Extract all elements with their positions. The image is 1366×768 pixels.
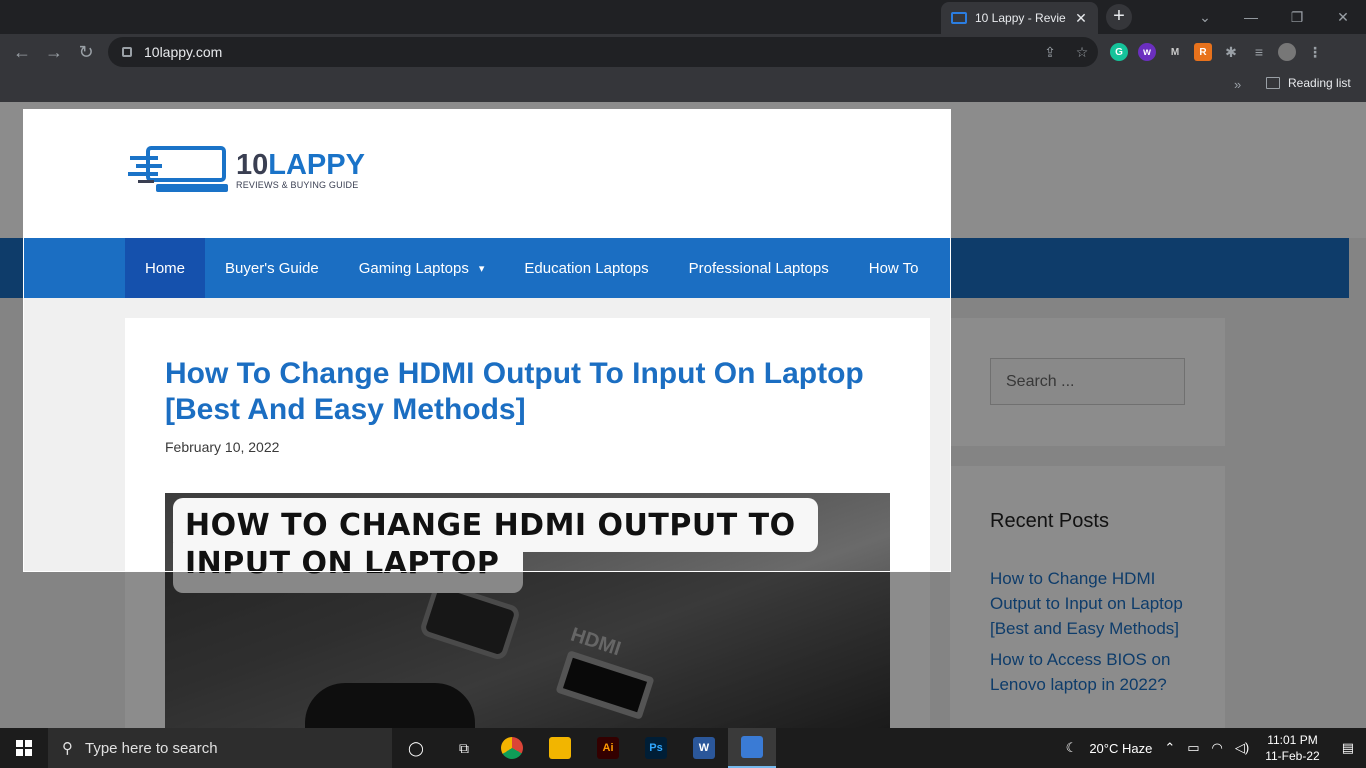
nav-buyers-guide-label: Buyer's Guide xyxy=(225,259,319,277)
media-control-icon[interactable]: ≡ xyxy=(1250,43,1268,61)
clock[interactable]: 11:01 PM 11-Feb-22 xyxy=(1255,732,1329,764)
grammarly-extension-icon[interactable]: G xyxy=(1110,43,1128,61)
taskbar-search[interactable]: ⚲ Type here to search xyxy=(48,728,392,768)
clock-date: 11-Feb-22 xyxy=(1265,749,1320,763)
nav-home-label: Home xyxy=(145,259,186,277)
reading-list-icon xyxy=(1266,77,1280,89)
post-date[interactable]: February 10, 2022 xyxy=(165,439,279,455)
bookmark-star-icon[interactable]: ☆ xyxy=(1066,44,1098,61)
chrome-taskbar-icon[interactable] xyxy=(488,728,536,768)
profile-avatar[interactable] xyxy=(1278,43,1296,61)
back-button[interactable]: ← xyxy=(6,36,38,68)
r-extension-icon[interactable]: R xyxy=(1194,43,1212,61)
recent-post-link[interactable]: How to Access BIOS on Lenovo laptop in 2… xyxy=(990,647,1190,697)
recent-posts-widget: Recent Posts How to Change HDMI Output t… xyxy=(950,466,1225,728)
w-extension-icon[interactable]: w xyxy=(1138,43,1156,61)
m-extension-icon[interactable]: M xyxy=(1166,43,1184,61)
word-icon[interactable]: W xyxy=(680,728,728,768)
post-title[interactable]: How To Change HDMI Output To Input On La… xyxy=(165,356,885,428)
featured-image[interactable]: HDMI HOW TO CHANGE HDMI OUTPUT TO INPUT … xyxy=(165,493,890,728)
reload-button[interactable]: ↻ xyxy=(70,36,102,68)
reading-list-label: Reading list xyxy=(1288,76,1351,90)
close-window-button[interactable]: ✕ xyxy=(1320,0,1366,34)
nav-gaming-laptops-label: Gaming Laptops xyxy=(358,259,469,277)
site-favicon-icon xyxy=(951,12,967,24)
nav-home[interactable]: Home xyxy=(125,238,206,298)
logo-text: 10LAPPY REVIEWS & BUYING GUIDE xyxy=(236,150,365,190)
search-icon: ⚲ xyxy=(62,740,73,757)
minimize-button[interactable]: — xyxy=(1228,0,1274,34)
extensions-area: G w M R ✱ ≡ ⋮ xyxy=(1110,34,1324,70)
image-heading: HOW TO CHANGE HDMI OUTPUT TO INPUT ON LA… xyxy=(185,508,796,581)
weather-text[interactable]: 20°C Haze xyxy=(1083,741,1158,756)
clock-time: 11:01 PM xyxy=(1267,733,1318,747)
notifications-icon[interactable]: ▤ xyxy=(1330,740,1366,756)
site-header: 10LAPPY REVIEWS & BUYING GUIDE xyxy=(0,102,1366,238)
recent-posts-list: How to Change HDMI Output to Input on La… xyxy=(990,566,1190,703)
windows-taskbar: ⚲ Type here to search ◯ ⧉ Ai Ps W ☾ 20°C… xyxy=(0,728,1366,768)
nav-education-laptops[interactable]: Education Laptops xyxy=(504,238,668,298)
logo-word: LAPPY xyxy=(268,149,365,181)
windows-logo-icon xyxy=(16,740,32,756)
tab-search-icon[interactable]: ⌄ xyxy=(1182,0,1228,34)
main-navigation: Home Buyer's Guide Gaming Laptops ▾ Educa… xyxy=(0,238,1349,298)
weather-icon[interactable]: ☾ xyxy=(1060,740,1084,756)
chevron-down-icon[interactable]: ▾ xyxy=(479,262,485,275)
cable-shape xyxy=(305,683,475,728)
hdmi-port-shape xyxy=(555,650,655,720)
logo-tagline: REVIEWS & BUYING GUIDE xyxy=(236,180,359,190)
forward-button[interactable]: → xyxy=(38,36,70,68)
nav-professional-laptops-label: Professional Laptops xyxy=(688,259,829,277)
browser-toolbar: ← → ↻ 10lappy.com ⇪ ☆ G w M R ✱ ≡ ⋮ xyxy=(0,34,1366,70)
nav-education-laptops-label: Education Laptops xyxy=(524,259,649,277)
extensions-puzzle-icon[interactable]: ✱ xyxy=(1222,43,1240,61)
nav-buyers-guide[interactable]: Buyer's Guide xyxy=(205,238,339,298)
snipping-tool-icon[interactable] xyxy=(728,728,776,768)
reading-list-button[interactable]: Reading list xyxy=(1266,76,1351,90)
nav-gaming-laptops[interactable]: Gaming Laptops ▾ xyxy=(339,238,505,298)
bookmarks-bar: » Reading list xyxy=(0,70,1366,102)
menu-kebab-icon[interactable]: ⋮ xyxy=(1306,43,1324,61)
taskbar-search-placeholder: Type here to search xyxy=(85,739,218,757)
battery-icon[interactable]: ▭ xyxy=(1181,740,1205,756)
file-explorer-icon[interactable] xyxy=(536,728,584,768)
recent-post-link[interactable]: How to Change HDMI Output to Input on La… xyxy=(990,566,1190,641)
page-viewport: 10LAPPY REVIEWS & BUYING GUIDE Home Buye… xyxy=(0,102,1366,728)
nav-professional-laptops[interactable]: Professional Laptops xyxy=(669,238,849,298)
nav-how-to[interactable]: How To xyxy=(849,238,939,298)
address-bar[interactable]: 10lappy.com ⇪ ☆ xyxy=(108,37,1098,67)
cortana-icon[interactable]: ◯ xyxy=(392,728,440,768)
tab-strip: 10 Lappy - Revie ✕ + ⌄ — ❐ ✕ xyxy=(0,0,1366,34)
site-logo[interactable]: 10LAPPY REVIEWS & BUYING GUIDE xyxy=(128,144,365,196)
window-controls: ⌄ — ❐ ✕ xyxy=(1182,0,1366,34)
system-tray: ☾ 20°C Haze ⌃ ▭ ◠ ◁) 11:01 PM 11-Feb-22 … xyxy=(1060,728,1366,768)
lock-icon[interactable] xyxy=(122,47,132,57)
recent-posts-title: Recent Posts xyxy=(990,510,1109,532)
close-icon[interactable]: ✕ xyxy=(1074,10,1088,27)
nav-how-to-label: How To xyxy=(868,259,919,277)
tab-title: 10 Lappy - Revie xyxy=(975,11,1066,25)
restore-button[interactable]: ❐ xyxy=(1274,0,1320,34)
logo-number: 10 xyxy=(236,149,269,181)
more-bookmarks-icon[interactable]: » xyxy=(1234,77,1241,92)
background-tabs[interactable] xyxy=(0,0,940,34)
search-input[interactable]: Search ... xyxy=(990,358,1185,405)
share-icon[interactable]: ⇪ xyxy=(1034,44,1066,61)
task-view-icon[interactable]: ⧉ xyxy=(440,728,488,768)
url-text[interactable]: 10lappy.com xyxy=(144,44,1034,60)
illustrator-icon[interactable]: Ai xyxy=(584,728,632,768)
hidden-icons-chevron-icon[interactable]: ⌃ xyxy=(1158,740,1181,756)
volume-icon[interactable]: ◁) xyxy=(1229,740,1255,756)
new-tab-button[interactable]: + xyxy=(1106,4,1132,30)
photoshop-icon[interactable]: Ps xyxy=(632,728,680,768)
wifi-icon[interactable]: ◠ xyxy=(1206,740,1229,756)
tab-active[interactable]: 10 Lappy - Revie ✕ xyxy=(941,2,1098,34)
sidebar-search-widget: Search ... xyxy=(950,318,1225,446)
article: How To Change HDMI Output To Input On La… xyxy=(125,318,930,728)
start-button[interactable] xyxy=(0,728,48,768)
laptop-logo-icon xyxy=(128,146,228,192)
